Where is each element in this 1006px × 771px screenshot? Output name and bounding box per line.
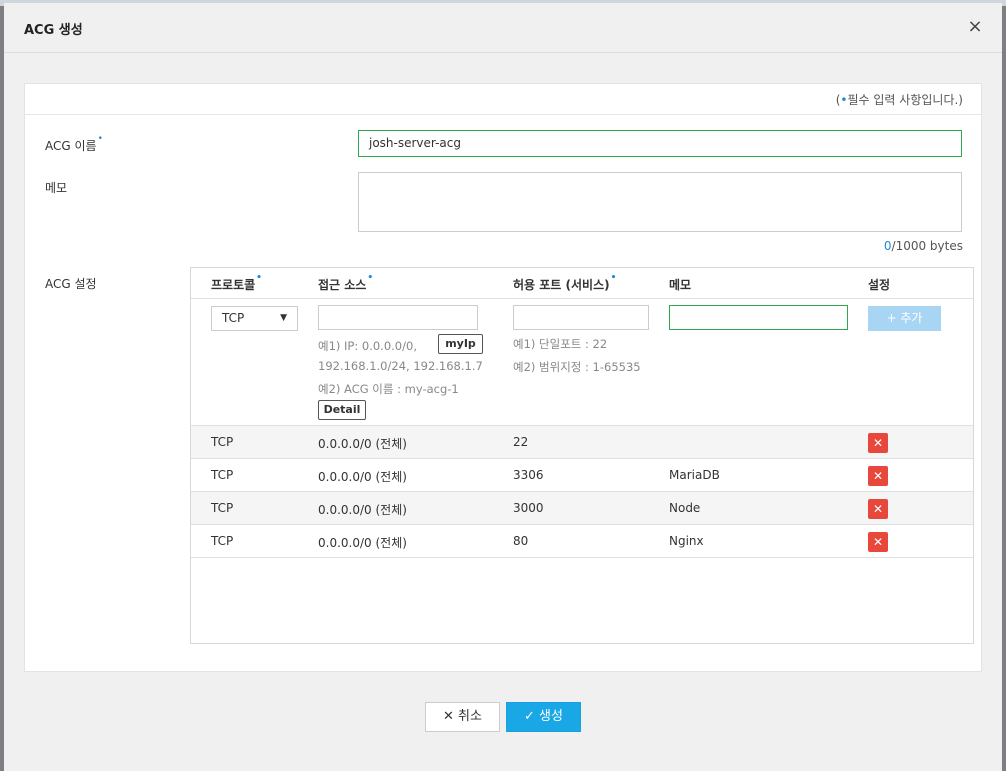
delete-x-icon[interactable]: ✕ xyxy=(868,433,888,453)
acg-rules-table: 프로토콜• 접근 소스• 허용 포트 (서비스)• 메모 설정 TCP ▼ 예1)… xyxy=(190,267,974,644)
myip-button[interactable]: myIp xyxy=(438,334,483,354)
acg-name-input[interactable]: josh-server-acg xyxy=(358,130,962,157)
row-source: 0.0.0.0/0 (전체) xyxy=(318,437,407,451)
add-rule-button[interactable]: + 추가 xyxy=(868,306,941,331)
protocol-select[interactable]: TCP ▼ xyxy=(211,306,298,331)
required-dot-icon: • xyxy=(256,273,262,283)
modal-header: ACG 생성 × xyxy=(4,3,1002,53)
header-protocol: 프로토콜• xyxy=(211,273,262,293)
memo-label: 메모 xyxy=(45,181,68,195)
caret-down-icon: ▼ xyxy=(280,313,287,323)
byte-count-used: 0 xyxy=(883,239,892,253)
acg-create-modal: ACG 생성 × (•필수 입력 사항입니다.) ACG 이름• josh-se… xyxy=(4,3,1002,771)
delete-x-icon[interactable]: ✕ xyxy=(868,499,888,519)
row-port: 22 xyxy=(513,435,529,449)
row-source: 0.0.0.0/0 (전체) xyxy=(318,536,407,550)
header-source: 접근 소스• xyxy=(318,273,374,293)
divider xyxy=(25,114,981,115)
modal-title: ACG 생성 xyxy=(24,23,83,38)
header-source-text: 접근 소스 xyxy=(318,278,367,292)
row-memo: Nginx xyxy=(669,534,704,548)
required-dot-icon: • xyxy=(610,273,617,283)
row-port: 3306 xyxy=(513,468,544,482)
header-settings: 설정 xyxy=(868,278,891,292)
port-hint-1: 예1) 단일포트 : 22 xyxy=(513,337,608,351)
byte-counter: 0/1000 bytes xyxy=(884,239,963,253)
form-card: (•필수 입력 사항입니다.) ACG 이름• josh-server-acg … xyxy=(24,83,982,672)
source-hint-2: 예2) ACG 이름 : my-acg-1 xyxy=(318,382,459,396)
cancel-button[interactable]: ✕ 취소 xyxy=(425,702,500,732)
table-row: TCP 0.0.0.0/0 (전체) 3306 MariaDB ✕ xyxy=(191,458,973,491)
acg-name-label: ACG 이름• xyxy=(45,134,103,154)
row-source: 0.0.0.0/0 (전체) xyxy=(318,470,407,484)
table-row: TCP 0.0.0.0/0 (전체) 80 Nginx ✕ xyxy=(191,524,973,557)
source-hint-1-line-1: 예1) IP: 0.0.0.0/0, xyxy=(318,339,417,353)
row-port: 80 xyxy=(513,534,529,548)
row-source: 0.0.0.0/0 (전체) xyxy=(318,503,407,517)
row-memo: MariaDB xyxy=(669,468,720,482)
header-protocol-text: 프로토콜 xyxy=(211,278,256,292)
port-input[interactable] xyxy=(513,305,649,330)
required-note: (•필수 입력 사항입니다.) xyxy=(836,91,963,108)
required-dot-icon: • xyxy=(97,134,103,144)
required-dot-icon: • xyxy=(840,93,848,107)
memo-textarea[interactable] xyxy=(358,172,962,232)
required-dot-icon: • xyxy=(367,273,374,283)
rows-bottom-divider xyxy=(191,557,973,558)
row-port: 3000 xyxy=(513,501,544,515)
create-button[interactable]: ✓ 생성 xyxy=(506,702,581,732)
rule-memo-input[interactable] xyxy=(669,305,848,330)
row-memo: Node xyxy=(669,501,701,515)
close-icon[interactable]: × xyxy=(966,18,984,36)
acg-name-label-text: ACG 이름 xyxy=(45,139,97,153)
byte-count-rest: /1000 bytes xyxy=(891,239,963,253)
acg-settings-label: ACG 설정 xyxy=(45,277,97,291)
source-hint-1-line-2: 192.168.1.0/24, 192.168.1.7 xyxy=(318,359,483,373)
row-protocol: TCP xyxy=(211,534,234,548)
delete-x-icon[interactable]: ✕ xyxy=(868,532,888,552)
protocol-select-value: TCP xyxy=(222,311,245,325)
header-port: 허용 포트 (서비스)• xyxy=(513,273,617,293)
header-port-text: 허용 포트 (서비스) xyxy=(513,278,610,292)
port-hint-2: 예2) 범위지정 : 1-65535 xyxy=(513,360,641,374)
delete-x-icon[interactable]: ✕ xyxy=(868,466,888,486)
row-protocol: TCP xyxy=(211,435,234,449)
table-row: TCP 0.0.0.0/0 (전체) 22 ✕ xyxy=(191,425,973,458)
row-protocol: TCP xyxy=(211,468,234,482)
table-row: TCP 0.0.0.0/0 (전체) 3000 Node ✕ xyxy=(191,491,973,524)
row-protocol: TCP xyxy=(211,501,234,515)
detail-button[interactable]: Detail xyxy=(318,400,366,420)
header-divider xyxy=(191,298,973,299)
source-input[interactable] xyxy=(318,305,478,330)
required-note-text: 필수 입력 사항입니다.) xyxy=(847,93,964,107)
header-memo: 메모 xyxy=(669,278,692,292)
